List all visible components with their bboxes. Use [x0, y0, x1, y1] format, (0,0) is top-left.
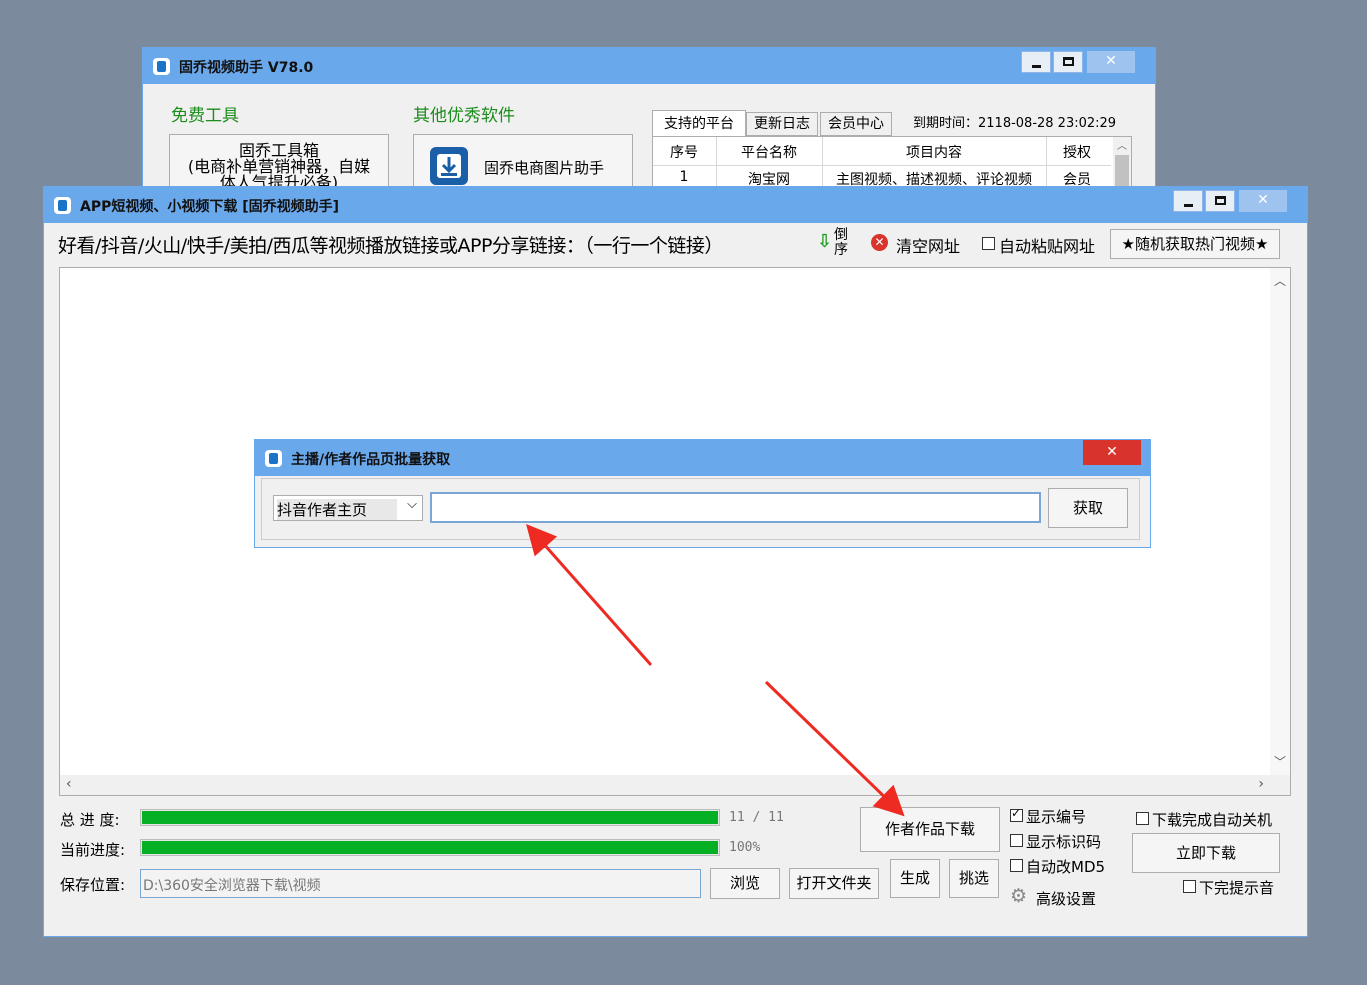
dialog-title: 主播/作者作品页批量获取: [291, 452, 451, 468]
table-divider: [653, 165, 1111, 166]
maximize-icon: [1215, 196, 1226, 205]
reverse-order-label: 倒序: [834, 227, 848, 258]
app-icon: [153, 58, 170, 75]
close-icon: ✕: [1257, 192, 1269, 208]
main-window: APP短视频、小视频下载 [固乔视频助手] ✕ 好看/抖音/火山/快手/美拍/西…: [44, 187, 1307, 936]
minimize-button[interactable]: [1173, 190, 1203, 212]
clear-icon: ✕: [871, 234, 888, 251]
scroll-up-icon: ︿: [1273, 274, 1286, 288]
down-arrow-icon: ⇩: [817, 231, 833, 252]
maximize-icon: [1063, 57, 1074, 66]
advanced-settings-label: 高级设置: [1036, 890, 1097, 908]
finish-sound-checkbox[interactable]: [1183, 880, 1196, 893]
table-header-license: 授权: [1063, 145, 1091, 161]
total-progress-label: 总 进 度:: [60, 811, 120, 829]
auto-md5-label: 自动改MD5: [1026, 858, 1106, 876]
auto-shutdown-checkbox[interactable]: [1136, 812, 1149, 825]
app-icon: [54, 197, 71, 214]
finish-sound-label: 下完提示音: [1199, 879, 1275, 897]
close-button[interactable]: ✕: [1087, 51, 1135, 73]
tab-member[interactable]: 会员中心: [820, 112, 892, 136]
total-progress-text: 11 / 11: [729, 810, 784, 825]
download-icon: [430, 147, 468, 185]
dialog-close-button[interactable]: ✕: [1083, 440, 1141, 465]
horizontal-scrollbar[interactable]: ‹ ›: [60, 775, 1290, 795]
show-id-checkbox[interactable]: [1010, 834, 1023, 847]
current-progress-fill: [142, 841, 718, 854]
show-number-label: 显示编号: [1026, 808, 1087, 826]
open-folder-button[interactable]: 打开文件夹: [789, 868, 879, 899]
close-icon: ✕: [1105, 53, 1117, 69]
table-header-platform: 平台名称: [741, 145, 797, 161]
advanced-settings-button[interactable]: ⚙ 高级设置: [1010, 885, 1110, 909]
clear-urls-label: 清空网址: [896, 237, 961, 256]
other-software-label: 其他优秀软件: [413, 106, 515, 126]
reverse-order-button[interactable]: ⇩ 倒序: [817, 227, 853, 259]
vertical-scrollbar[interactable]: ︿ ﹀: [1270, 268, 1290, 776]
tab-member-label: 会员中心: [828, 116, 884, 132]
auto-paste-label: 自动粘贴网址: [999, 237, 1096, 256]
auto-paste-checkbox[interactable]: [982, 237, 995, 250]
show-number-checkbox[interactable]: ✓: [1010, 806, 1023, 822]
minimize-button[interactable]: [1021, 51, 1051, 73]
expiry-time: 到期时间：2118-08-28 23:02:29: [913, 116, 1117, 131]
pick-button[interactable]: 挑选: [949, 859, 999, 898]
current-progress-label: 当前进度:: [60, 841, 126, 859]
chevron-down-icon: ⌵: [407, 497, 417, 512]
total-progress-bar: [140, 809, 720, 826]
auto-md5-checkbox[interactable]: [1010, 859, 1023, 872]
total-progress-fill: [142, 811, 718, 824]
generate-button[interactable]: 生成: [890, 859, 940, 898]
close-icon: ✕: [1106, 444, 1118, 460]
browse-button[interactable]: 浏览: [710, 868, 780, 899]
app-icon: [265, 450, 282, 467]
scroll-left-icon: ‹: [66, 776, 72, 792]
batch-fetch-dialog: 主播/作者作品页批量获取 ✕ 抖音作者主页 ⌵ 获取: [255, 440, 1150, 547]
table-header-index: 序号: [670, 145, 698, 161]
scroll-down-icon: ﹀: [1273, 755, 1286, 769]
image-helper-label: 固乔电商图片助手: [484, 159, 605, 177]
table-cell: 会员: [1063, 172, 1091, 188]
tab-changelog[interactable]: 更新日志: [746, 112, 818, 136]
save-path-field[interactable]: D:\360安全浏览器下载\视频: [140, 869, 701, 898]
back-window-title: 固乔视频助手 V78.0: [179, 60, 314, 76]
table-cell: 1: [679, 169, 689, 185]
close-button[interactable]: ✕: [1239, 190, 1287, 212]
random-hot-video-button[interactable]: ★随机获取热门视频★: [1110, 229, 1280, 259]
table-cell: 主图视频、描述视频、评论视频: [836, 172, 1032, 188]
back-window-titlebar: 固乔视频助手 V78.0 ✕: [143, 48, 1155, 84]
current-progress-bar: [140, 839, 720, 856]
maximize-button[interactable]: [1053, 51, 1083, 73]
main-window-titlebar: APP短视频、小视频下载 [固乔视频助手] ✕: [44, 187, 1307, 223]
auto-shutdown-label: 下载完成自动关机: [1152, 811, 1273, 829]
gear-icon: ⚙: [1010, 885, 1028, 907]
scroll-right-icon: ›: [1258, 776, 1264, 792]
author-url-input[interactable]: [430, 492, 1041, 523]
table-cell: 淘宝网: [748, 172, 790, 188]
show-id-label: 显示标识码: [1026, 833, 1102, 851]
source-select[interactable]: 抖音作者主页 ⌵: [273, 495, 423, 521]
save-location-label: 保存位置:: [60, 876, 126, 894]
table-header-content: 项目内容: [906, 145, 962, 161]
source-select-value: 抖音作者主页: [277, 499, 398, 520]
tab-changelog-label: 更新日志: [754, 116, 810, 132]
free-tools-label: 免费工具: [171, 106, 239, 126]
back-window: 固乔视频助手 V78.0 ✕ 免费工具 其他优秀软件 固乔工具箱 (电商补单营销…: [143, 48, 1155, 198]
dialog-titlebar: 主播/作者作品页批量获取 ✕: [255, 440, 1150, 476]
maximize-button[interactable]: [1205, 190, 1235, 212]
main-window-title: APP短视频、小视频下载 [固乔视频助手]: [80, 199, 340, 215]
tab-platforms[interactable]: 支持的平台: [652, 110, 746, 136]
current-progress-text: 100%: [729, 840, 761, 855]
scroll-up-icon: ︿: [1117, 141, 1127, 152]
tab-platforms-label: 支持的平台: [664, 116, 734, 132]
author-download-button[interactable]: 作者作品下载: [860, 807, 1000, 852]
minimize-icon: [1032, 65, 1041, 68]
check-icon: ✓: [1011, 806, 1022, 820]
link-prompt: 好看/抖音/火山/快手/美拍/西瓜等视频播放链接或APP分享链接：（一行一个链接…: [58, 235, 723, 257]
fetch-button[interactable]: 获取: [1048, 488, 1128, 528]
download-now-button[interactable]: 立即下载: [1132, 833, 1280, 873]
minimize-icon: [1184, 204, 1193, 207]
